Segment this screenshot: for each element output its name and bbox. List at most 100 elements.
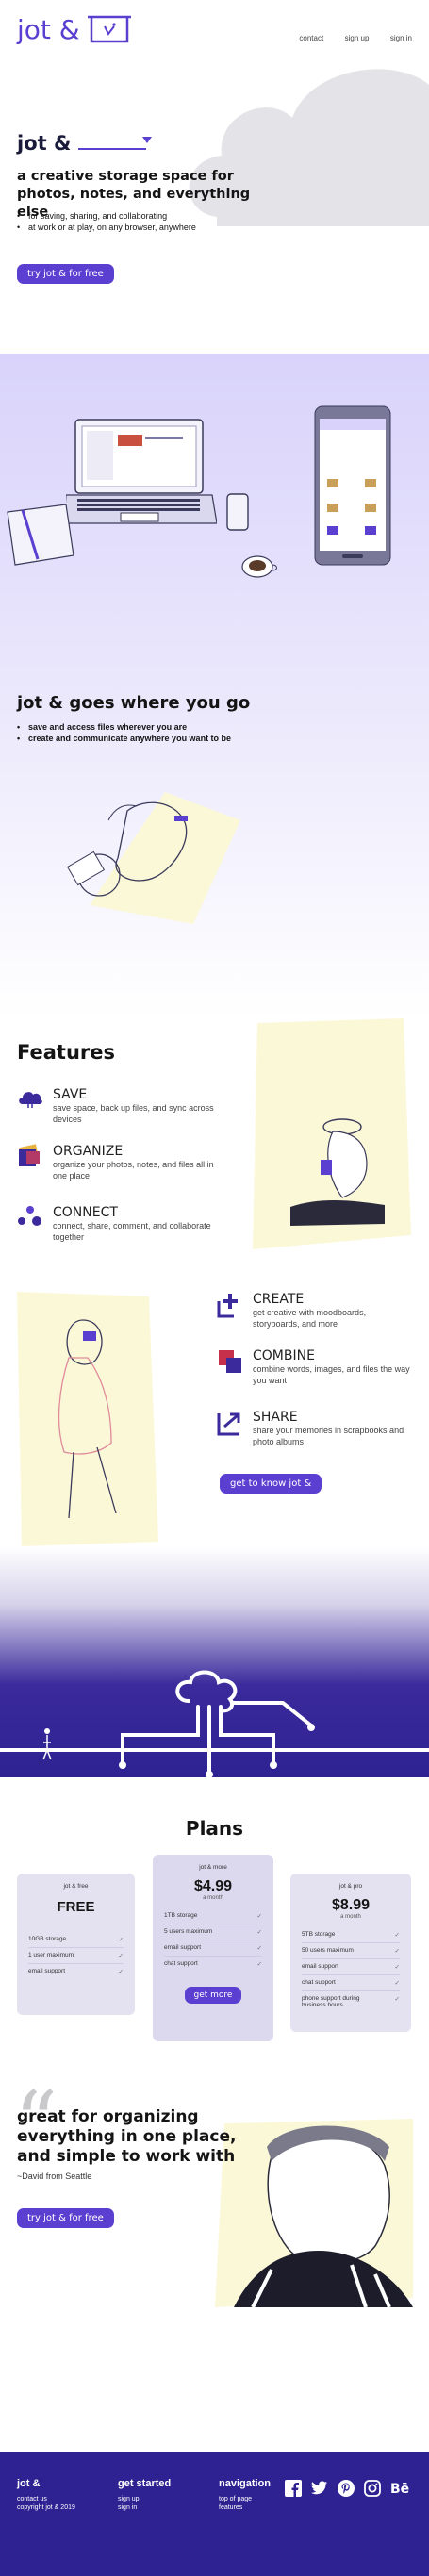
plan-feature-row: 50 users maximum ✓ bbox=[302, 1943, 400, 1959]
plan-feature-row: chat support ✓ bbox=[164, 1960, 262, 1968]
people-icon bbox=[18, 1206, 41, 1226]
logo[interactable]: jot & bbox=[17, 13, 140, 45]
cloud-icon bbox=[19, 1092, 42, 1108]
share-icon bbox=[217, 1412, 240, 1436]
nav-contact[interactable]: contact bbox=[299, 34, 323, 42]
plan-period: a month bbox=[203, 1895, 223, 1901]
plan-feature-row: 1 user maximum ✓ bbox=[28, 1948, 124, 1964]
feature-desc: organize your photos, notes, and files a… bbox=[53, 1160, 214, 1181]
plan-name: jot & free bbox=[63, 1883, 89, 1890]
hero-bullet: for saving, sharing, and collaborating bbox=[17, 210, 196, 222]
pinterest-icon[interactable] bbox=[338, 2480, 355, 2497]
plan-feature-row: email support ✓ bbox=[302, 1959, 400, 1975]
feature-desc: save space, back up files, and sync acro… bbox=[53, 1103, 214, 1124]
plan-price: $8.99 bbox=[331, 1897, 371, 1913]
jar-logo-icon bbox=[87, 15, 131, 43]
feature-desc: share your memories in scrapbooks and ph… bbox=[253, 1426, 404, 1446]
nav-sign-up[interactable]: sign up bbox=[345, 34, 370, 42]
footer-link-sign-up[interactable]: sign up bbox=[118, 2495, 171, 2503]
feature-title: CREATE bbox=[253, 1292, 305, 1307]
feature-title: SAVE bbox=[53, 1087, 88, 1102]
feature-connect: CONNECT connect, share, comment, and col… bbox=[17, 1205, 218, 1243]
feature-title: CONNECT bbox=[53, 1205, 118, 1220]
hero-bullets: for saving, sharing, and collaborating a… bbox=[17, 210, 196, 233]
footer-col-brand: jot & contact us copyright jot & 2019 bbox=[17, 2478, 75, 2512]
footer-col-title: get started bbox=[118, 2478, 172, 2489]
plans-heading: Plans bbox=[185, 1817, 244, 1840]
footer-link-features[interactable]: features bbox=[219, 2503, 271, 2512]
testimonial-cta-button[interactable]: try jot & for free bbox=[17, 2208, 114, 2228]
plan-price: $4.99 bbox=[193, 1878, 233, 1894]
circuit-band bbox=[0, 1546, 429, 1777]
hero-title-underline bbox=[78, 148, 147, 150]
top-nav: contact sign up sign in bbox=[282, 28, 412, 45]
footer-link-contact[interactable]: contact us bbox=[17, 2495, 75, 2503]
plan-feature-row: 5 users maximum ✓ bbox=[164, 1924, 262, 1940]
hero-cta-button[interactable]: try jot & for free bbox=[17, 264, 114, 284]
get-more-button[interactable]: get more bbox=[184, 1987, 242, 2004]
devices-section: jot & goes where you go save and access … bbox=[0, 354, 429, 1018]
feature-title: ORGANIZE bbox=[53, 1144, 124, 1159]
cursor-caret-icon bbox=[142, 136, 153, 143]
coffee-cup-illustration bbox=[241, 555, 277, 578]
plan-feature-row: chat support ✓ bbox=[302, 1975, 400, 1991]
goes-bullet: create and communicate anywhere you want… bbox=[17, 733, 231, 744]
plan-card-pro: jot & pro $8.99 a month 5TB storage ✓ 50 … bbox=[290, 1874, 411, 2032]
phone-illustration bbox=[226, 493, 249, 531]
laptop-illustration bbox=[66, 419, 217, 524]
plan-period: a month bbox=[340, 1914, 361, 1920]
instagram-icon[interactable] bbox=[364, 2480, 381, 2497]
plan-feature-row: email support ✓ bbox=[28, 1968, 124, 1975]
features-section: Features SAVE save space, back up files,… bbox=[0, 1018, 429, 1546]
plan-feature-row: email support ✓ bbox=[164, 1940, 262, 1957]
feature-desc: connect, share, comment, and collaborate… bbox=[53, 1221, 211, 1242]
twitter-icon[interactable] bbox=[311, 2481, 328, 2496]
create-icon bbox=[217, 1294, 238, 1318]
footer-col-navigation: navigation top of page features bbox=[219, 2478, 271, 2512]
feature-organize: ORGANIZE organize your photos, notes, an… bbox=[17, 1144, 218, 1181]
feature-title: SHARE bbox=[253, 1410, 298, 1425]
combine-icon bbox=[219, 1350, 241, 1373]
feature-combine: COMBINE combine words, images, and files… bbox=[217, 1348, 413, 1386]
testimonial-quote: great for organizing everything in one p… bbox=[17, 2107, 237, 2166]
plan-card-more: jot & more $4.99 a month 1TB storage ✓ 5 … bbox=[153, 1855, 273, 2041]
feature-create: CREATE get creative with moodboards, sto… bbox=[217, 1292, 413, 1329]
hero-bullet: at work or at play, on any browser, anyw… bbox=[17, 222, 196, 233]
plan-feature-row: 10GB storage ✓ bbox=[28, 1932, 124, 1948]
plan-name: jot & pro bbox=[338, 1883, 363, 1890]
feature-desc: combine words, images, and files the way… bbox=[253, 1364, 410, 1385]
testimonial-section: “ great for organizing everything in one… bbox=[0, 2081, 429, 2452]
notebook-illustration bbox=[7, 504, 74, 566]
footer-col-get-started: get started sign up sign in bbox=[118, 2478, 171, 2512]
plan-name: jot & more bbox=[199, 1864, 227, 1871]
hero-title-row: jot & bbox=[17, 132, 153, 155]
hero-section: jot & contact sign up sign in jot & a cr… bbox=[0, 0, 429, 354]
footer-link-sign-in[interactable]: sign in bbox=[118, 2503, 171, 2512]
circuit-cloud-illustration bbox=[0, 1670, 429, 1777]
footer-brand-title: jot & bbox=[17, 2478, 41, 2489]
facebook-icon[interactable] bbox=[285, 2480, 302, 2497]
social-icons: Bē bbox=[285, 2480, 411, 2497]
feature-save: SAVE save space, back up files, and sync… bbox=[17, 1087, 218, 1125]
goes-bullets: save and access files wherever you are c… bbox=[17, 721, 231, 744]
hiker-illustration bbox=[253, 1018, 411, 1249]
person-sketch-illustration bbox=[66, 792, 240, 924]
feature-title: COMBINE bbox=[253, 1348, 315, 1363]
testimonial-author: ~David from Seattle bbox=[17, 2171, 92, 2181]
behance-icon[interactable]: Bē bbox=[390, 2481, 411, 2496]
hero-title: jot & bbox=[17, 132, 72, 155]
goes-bullet: save and access files wherever you are bbox=[17, 721, 231, 733]
get-to-know-button[interactable]: get to know jot & bbox=[220, 1474, 322, 1494]
folders-icon bbox=[19, 1144, 40, 1166]
plan-feature-row: phone support during business hours ✓ bbox=[302, 1995, 400, 2008]
mobile-app-illustration bbox=[314, 405, 391, 566]
footer: jot & contact us copyright jot & 2019 ge… bbox=[0, 2452, 429, 2576]
goes-title: jot & goes where you go bbox=[17, 693, 251, 713]
girl-camera-illustration bbox=[17, 1292, 158, 1546]
plan-feature-row: 1TB storage ✓ bbox=[164, 1908, 262, 1924]
features-heading: Features bbox=[17, 1041, 115, 1064]
footer-copyright: copyright jot & 2019 bbox=[17, 2504, 75, 2511]
footer-link-top[interactable]: top of page bbox=[219, 2495, 271, 2503]
footer-col-title: navigation bbox=[219, 2478, 272, 2489]
nav-sign-in[interactable]: sign in bbox=[390, 34, 412, 42]
